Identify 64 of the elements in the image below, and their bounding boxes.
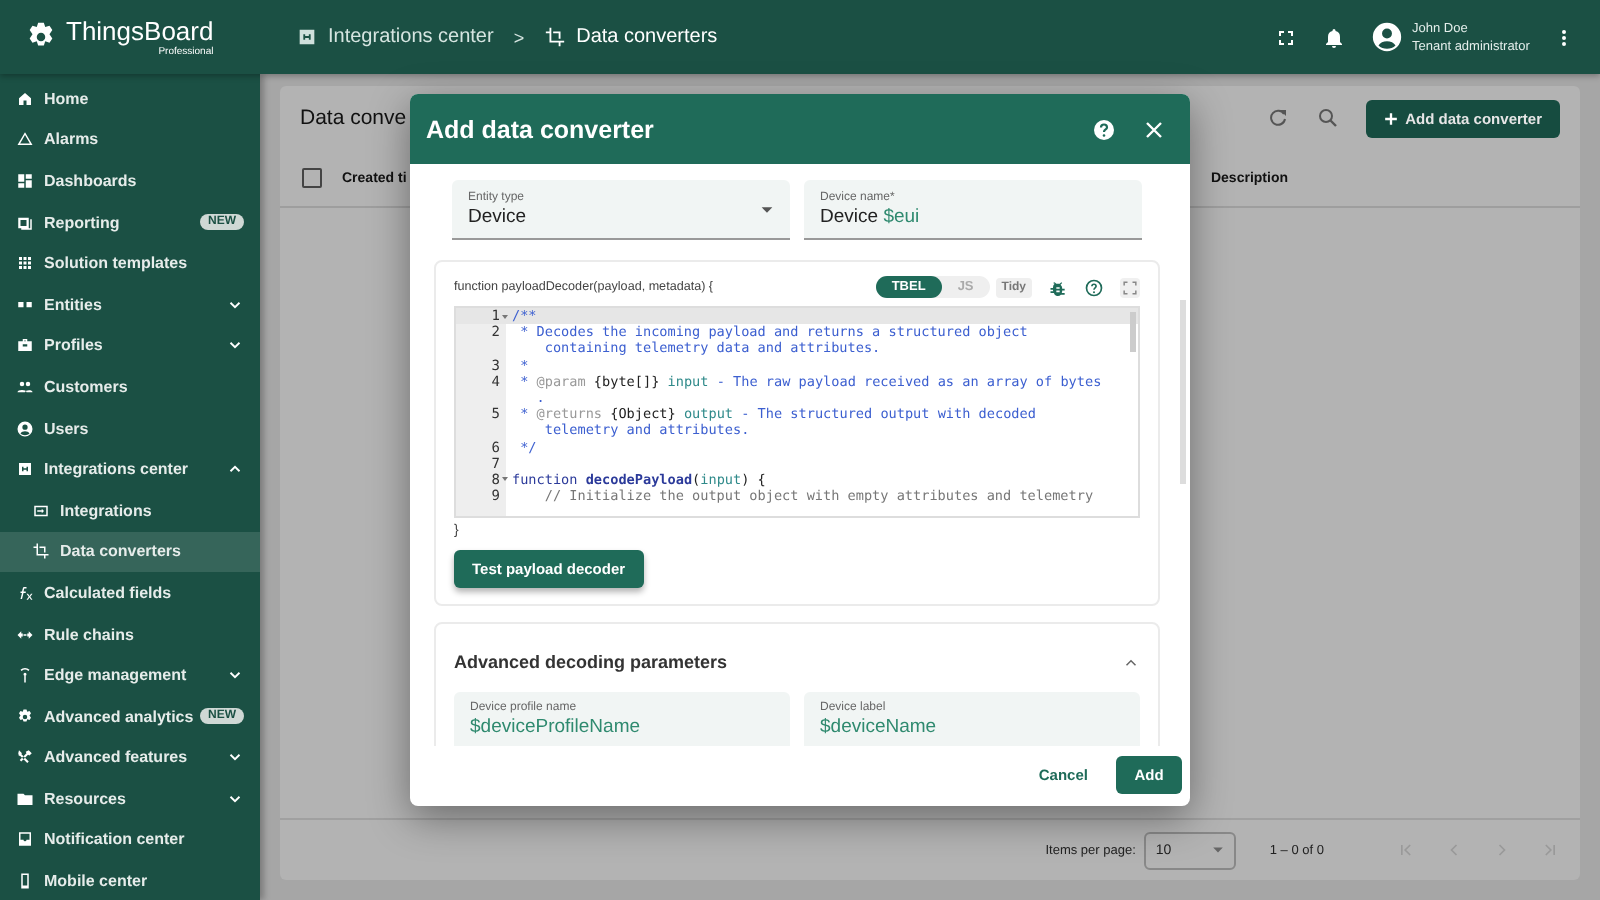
bell-icon[interactable]	[1322, 25, 1346, 49]
sidebar-item[interactable]: Entities	[0, 283, 260, 326]
breadcrumb-item: Data converters	[576, 26, 718, 48]
help-icon[interactable]	[1084, 277, 1104, 297]
bug-icon[interactable]	[1048, 277, 1068, 297]
integration-icon	[296, 26, 318, 48]
sidebar-item[interactable]: Calculated fields	[0, 572, 260, 614]
account-icon	[16, 419, 34, 438]
tools-icon	[16, 748, 34, 767]
crop-icon	[544, 26, 567, 48]
dialog-title: Add data converter	[426, 115, 656, 143]
integration-icon	[16, 460, 34, 479]
sidebar-item[interactable]: Resources	[0, 778, 260, 820]
sidebar-item[interactable]: Data converters	[0, 531, 260, 573]
folder-icon	[16, 789, 34, 808]
house-icon	[16, 89, 34, 108]
function-icon	[16, 583, 34, 602]
scrollbar-thumb[interactable]	[1180, 300, 1186, 484]
plus-icon	[1383, 111, 1398, 125]
sidebar-item[interactable]: Integrations center	[0, 448, 260, 490]
report-icon	[16, 213, 34, 232]
sidebar-item[interactable]: Alarms	[0, 119, 260, 161]
close-icon[interactable]	[1142, 117, 1166, 141]
section-title: Advanced decoding parameters	[454, 652, 730, 672]
code-editor[interactable]	[454, 306, 1140, 518]
breadcrumb-separator: >	[513, 27, 525, 47]
sidebar-item[interactable]: Edge management	[0, 654, 260, 696]
page-title: Data conve	[300, 106, 407, 130]
fold-icon[interactable]	[502, 476, 508, 483]
caret-icon	[1211, 846, 1224, 854]
scrollbar-thumb[interactable]	[1130, 312, 1136, 352]
sidebar-item[interactable]: Integrations	[0, 489, 260, 532]
grid-icon	[16, 254, 34, 273]
help-icon[interactable]	[1092, 117, 1116, 141]
caret-icon	[760, 206, 774, 214]
sidebar-item[interactable]: Advanced features	[0, 737, 260, 779]
sidebar-item[interactable]: Solution templates	[0, 242, 260, 284]
sidebar-item[interactable]: Customers	[0, 366, 260, 408]
fullscreen-icon[interactable]	[1274, 25, 1298, 49]
gear-icon	[16, 707, 34, 726]
logo-name: ThingsBoard	[66, 17, 214, 45]
refresh-icon[interactable]	[1265, 106, 1290, 130]
warning-icon	[16, 130, 34, 149]
select-all-checkbox[interactable]	[302, 168, 322, 188]
sidebar-item[interactable]: Mobile center	[0, 860, 260, 900]
sidebar-item[interactable]: Dashboards	[0, 160, 260, 202]
antenna-icon	[16, 666, 34, 685]
breadcrumb-item[interactable]: Integrations center	[328, 26, 494, 48]
avatar-icon[interactable]	[1370, 20, 1404, 54]
search-icon[interactable]	[1315, 106, 1340, 130]
sidebar-item[interactable]: Rule chains	[0, 613, 260, 655]
briefcase-icon	[16, 336, 34, 355]
fold-icon[interactable]	[502, 313, 508, 320]
sidebar-item[interactable]: Home	[0, 78, 260, 120]
more-icon[interactable]	[1560, 25, 1568, 49]
input-icon	[32, 501, 50, 520]
sidebar-item[interactable]: Profiles	[0, 325, 260, 367]
inbox-icon	[16, 830, 34, 849]
sidebar-item[interactable]: Users	[0, 407, 260, 449]
sidebar-item[interactable]: Notification center	[0, 819, 260, 861]
people-icon	[16, 377, 34, 396]
phone-icon	[16, 872, 34, 891]
dashboard-icon	[16, 171, 34, 190]
crop-icon	[32, 542, 50, 561]
